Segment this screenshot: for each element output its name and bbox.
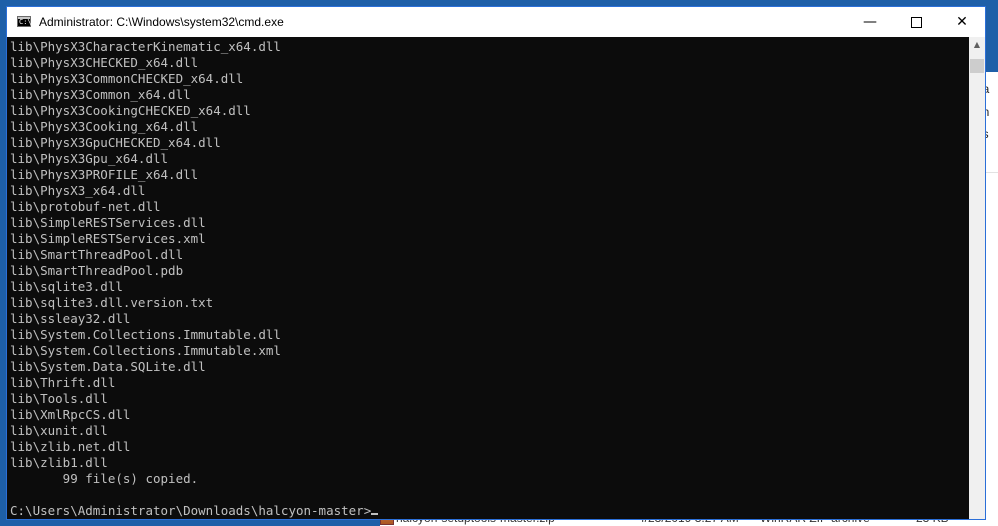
- title-bar[interactable]: C:\ Administrator: C:\Windows\system32\c…: [7, 7, 985, 37]
- maximize-button[interactable]: [893, 7, 939, 37]
- console-line: lib\Thrift.dll: [10, 375, 116, 390]
- console-line: lib\PhysX3PROFILE_x64.dll: [10, 167, 199, 182]
- close-button[interactable]: ✕: [939, 7, 985, 37]
- console-line: lib\System.Collections.Immutable.dll: [10, 327, 281, 342]
- scroll-thumb[interactable]: [970, 59, 984, 73]
- console-line: lib\PhysX3Cooking_x64.dll: [10, 119, 199, 134]
- console-line: lib\PhysX3Common_x64.dll: [10, 87, 191, 102]
- console-line: lib\System.Data.SQLite.dll: [10, 359, 206, 374]
- console-output[interactable]: lib\PhysX3CharacterKinematic_x64.dll lib\…: [7, 37, 969, 519]
- console-line: lib\SmartThreadPool.dll: [10, 247, 184, 262]
- maximize-icon: [910, 16, 922, 28]
- console-line: lib\sqlite3.dll: [10, 279, 123, 294]
- text-cursor: [371, 513, 379, 515]
- console-line: lib\sqlite3.dll.version.txt: [10, 295, 214, 310]
- console-line: lib\PhysX3CookingCHECKED_x64.dll: [10, 103, 251, 118]
- prompt-text: C:\Users\Administrator\Downloads\halcyon…: [10, 503, 372, 518]
- console-line: lib\PhysX3GpuCHECKED_x64.dll: [10, 135, 221, 150]
- console-line: lib\Tools.dll: [10, 391, 108, 406]
- console-line: lib\PhysX3Gpu_x64.dll: [10, 151, 169, 166]
- console-line: lib\xunit.dll: [10, 423, 108, 438]
- cmd-icon[interactable]: C:\: [17, 16, 32, 27]
- cmd-window[interactable]: C:\ Administrator: C:\Windows\system32\c…: [6, 6, 986, 520]
- console-line: lib\SmartThreadPool.pdb: [10, 263, 184, 278]
- close-icon: ✕: [956, 14, 968, 30]
- console-line: lib\PhysX3CHECKED_x64.dll: [10, 55, 199, 70]
- minimize-icon: —: [863, 14, 877, 30]
- console-line: lib\SimpleRESTServices.dll: [10, 215, 206, 230]
- console-line: lib\protobuf-net.dll: [10, 199, 161, 214]
- console-line: lib\PhysX3CharacterKinematic_x64.dll: [10, 39, 281, 54]
- console-line: lib\ssleay32.dll: [10, 311, 131, 326]
- window-title: Administrator: C:\Windows\system32\cmd.e…: [39, 15, 284, 29]
- console-line: lib\zlib.net.dll: [10, 439, 131, 454]
- console-line: lib\PhysX3CommonCHECKED_x64.dll: [10, 71, 244, 86]
- console-line: lib\XmlRpcCS.dll: [10, 407, 131, 422]
- console-line: lib\System.Collections.Immutable.xml: [10, 343, 281, 358]
- console-line: lib\SimpleRESTServices.xml: [10, 231, 206, 246]
- console-line: 99 file(s) copied.: [10, 471, 199, 486]
- scroll-up-arrow-icon[interactable]: ▲: [969, 37, 985, 53]
- console-line: lib\zlib1.dll: [10, 455, 108, 470]
- minimize-button[interactable]: —: [847, 7, 893, 37]
- vertical-scrollbar[interactable]: ▲: [969, 37, 985, 519]
- command-prompt[interactable]: C:\Users\Administrator\Downloads\halcyon…: [10, 503, 379, 519]
- console-line: lib\PhysX3_x64.dll: [10, 183, 146, 198]
